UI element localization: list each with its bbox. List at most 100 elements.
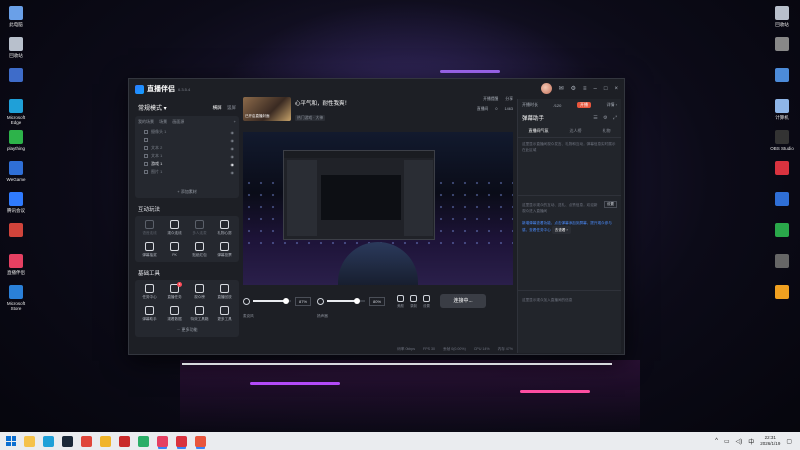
eye-icon[interactable]: ◉ bbox=[231, 162, 235, 167]
desktop-icon[interactable]: 回收站 bbox=[768, 6, 796, 32]
speaker-volume[interactable]: 80% bbox=[369, 296, 386, 306]
add-source-button[interactable]: + 添加素材 bbox=[135, 189, 239, 195]
desktop-icon[interactable]: 回收站 bbox=[2, 37, 30, 63]
tab-source[interactable]: 画面源 bbox=[172, 119, 184, 124]
speaker-icon[interactable] bbox=[317, 297, 325, 305]
mic-icon[interactable] bbox=[243, 297, 250, 305]
danmaku-settings-button[interactable]: 设置 bbox=[603, 201, 617, 208]
desktop-icon[interactable]: 腾讯会议 bbox=[2, 192, 30, 218]
speaker-slider[interactable] bbox=[327, 298, 366, 304]
settings-icon[interactable]: ⚙ bbox=[603, 115, 607, 121]
clock[interactable]: 22:31 2026/1/19 bbox=[760, 435, 780, 447]
filter-icon[interactable]: ☰ bbox=[593, 115, 597, 121]
tool-button[interactable]: 弹幕投票 bbox=[212, 242, 237, 258]
desktop-icon[interactable]: Microsoft Store bbox=[2, 285, 30, 311]
tool-button[interactable]: 特效工具箱 bbox=[187, 306, 212, 322]
add-scene-icon[interactable]: + bbox=[234, 119, 236, 125]
tool-button[interactable]: 直播回放 bbox=[212, 284, 237, 300]
share-button[interactable]: 分享 bbox=[505, 97, 513, 101]
tool-button[interactable]: 任务中心 bbox=[137, 284, 162, 300]
tool-button[interactable]: 观众连线 bbox=[162, 220, 187, 236]
network-icon[interactable]: ▭ bbox=[724, 438, 730, 445]
settings-button[interactable]: 设置 bbox=[423, 294, 431, 308]
source-item[interactable]: 摄像头 1 ◉ bbox=[138, 128, 236, 136]
file-explorer-icon[interactable] bbox=[24, 435, 35, 447]
notification-icon[interactable]: ▢ bbox=[786, 438, 792, 445]
tab-atmosphere[interactable]: 直播间气氛 bbox=[529, 128, 549, 134]
start-menu-icon[interactable] bbox=[6, 436, 16, 446]
more-functions-button[interactable]: ··· 更多功能 bbox=[137, 327, 237, 333]
live-reminder-button[interactable]: 开播提醒 bbox=[483, 97, 498, 101]
desktop-icon[interactable] bbox=[2, 68, 30, 94]
desktop-icon[interactable]: 此电脑 bbox=[2, 6, 30, 32]
checkbox-icon[interactable] bbox=[144, 145, 148, 150]
tool-button[interactable]: 观众榜 bbox=[187, 284, 212, 300]
tab-portrait[interactable]: 竖屏 bbox=[227, 105, 236, 110]
desktop-icon[interactable] bbox=[768, 37, 796, 63]
go-live-badge[interactable]: 开播 bbox=[576, 102, 591, 108]
volume-icon[interactable]: ◁) bbox=[736, 438, 743, 445]
chrome-icon[interactable] bbox=[81, 435, 92, 447]
tool-button[interactable]: 贴纸红包 bbox=[187, 242, 212, 258]
tool-button[interactable]: 语音连线 bbox=[137, 220, 162, 236]
desktop-icon[interactable]: WeGame bbox=[2, 161, 30, 187]
tab-landscape[interactable]: 横屏 bbox=[213, 105, 222, 110]
eye-icon[interactable]: ◉ bbox=[231, 154, 235, 159]
checkbox-icon[interactable] bbox=[144, 169, 148, 174]
tool-button[interactable]: 礼物心愿 bbox=[212, 220, 237, 236]
message-icon[interactable]: ✉ bbox=[559, 85, 564, 92]
details-link[interactable]: 详情 › bbox=[607, 102, 617, 108]
desktop-icon[interactable]: 计算机 bbox=[768, 99, 796, 125]
minimize-icon[interactable]: – bbox=[594, 86, 597, 92]
stream-cover[interactable]: 已开启直播封面 bbox=[243, 97, 291, 121]
source-item[interactable]: ◉ bbox=[138, 136, 236, 144]
eye-icon[interactable]: ◉ bbox=[231, 138, 235, 143]
desktop-icon[interactable]: plaything bbox=[2, 130, 30, 156]
tool-button[interactable]: 弹幕抽奖 bbox=[137, 242, 162, 258]
desktop-icon[interactable] bbox=[768, 68, 796, 94]
menu-icon[interactable]: ≡ bbox=[583, 86, 587, 92]
view-now-button[interactable]: 去查看 › bbox=[551, 226, 571, 234]
tab-my-scene[interactable]: 我的场景 bbox=[138, 119, 154, 124]
expand-icon[interactable]: ⤢ bbox=[613, 115, 617, 121]
app-red-icon[interactable] bbox=[119, 435, 130, 447]
tool-button[interactable]: 观看数据 bbox=[162, 306, 187, 322]
app-red3-icon[interactable] bbox=[195, 435, 206, 447]
checkbox-icon[interactable] bbox=[144, 138, 148, 143]
mic-volume[interactable]: 87% bbox=[295, 296, 312, 306]
desktop-icon[interactable] bbox=[768, 192, 796, 218]
tab-ranking[interactable]: 达人榜 bbox=[570, 128, 582, 134]
user-avatar[interactable] bbox=[540, 83, 552, 94]
start-live-button[interactable]: 连接中... bbox=[440, 294, 487, 308]
record-button[interactable]: 录制 bbox=[410, 294, 418, 308]
close-icon[interactable]: × bbox=[614, 86, 618, 92]
tool-button[interactable]: 更多工具 bbox=[212, 306, 237, 322]
tool-button[interactable]: PK bbox=[162, 242, 187, 258]
checkbox-icon[interactable] bbox=[144, 129, 148, 134]
app-yellow-icon[interactable] bbox=[100, 435, 111, 447]
eye-icon[interactable]: ◉ bbox=[231, 170, 235, 175]
tool-button[interactable]: 弹幕助手 bbox=[137, 306, 162, 322]
chevron-up-icon[interactable]: ^ bbox=[715, 438, 718, 444]
desktop-icon[interactable] bbox=[768, 254, 796, 280]
desktop-icon[interactable]: Microsoft Edge bbox=[2, 99, 30, 125]
title-bar[interactable]: 直播伴侣 6.3.5.4 ✉ ⚙ ≡ – □ × bbox=[129, 79, 624, 99]
source-item[interactable]: 图片 1 ◉ bbox=[138, 168, 236, 176]
ime-icon[interactable]: 中 bbox=[748, 437, 754, 446]
eye-icon[interactable]: ◉ bbox=[231, 130, 235, 135]
checkbox-icon[interactable] bbox=[144, 161, 148, 166]
eye-icon[interactable]: ◉ bbox=[231, 146, 235, 151]
tab-scene[interactable]: 场景 bbox=[159, 119, 167, 124]
wechat-icon[interactable] bbox=[138, 435, 149, 447]
stream-preview[interactable] bbox=[243, 132, 513, 285]
mode-selector[interactable]: 常规模式 ▾ bbox=[138, 103, 167, 112]
beauty-button[interactable]: 美颜 bbox=[397, 294, 405, 308]
desktop-icon[interactable]: 直播伴侣 bbox=[2, 254, 30, 280]
desktop-icon[interactable] bbox=[768, 223, 796, 249]
desktop-icon[interactable] bbox=[768, 285, 796, 311]
source-item[interactable]: 游戏 1 ◉ bbox=[138, 160, 236, 168]
mic-slider[interactable] bbox=[253, 298, 291, 304]
edge-icon[interactable] bbox=[43, 435, 54, 447]
desktop-icon[interactable] bbox=[2, 223, 30, 249]
tool-button[interactable]: 多人连麦 bbox=[187, 220, 212, 236]
